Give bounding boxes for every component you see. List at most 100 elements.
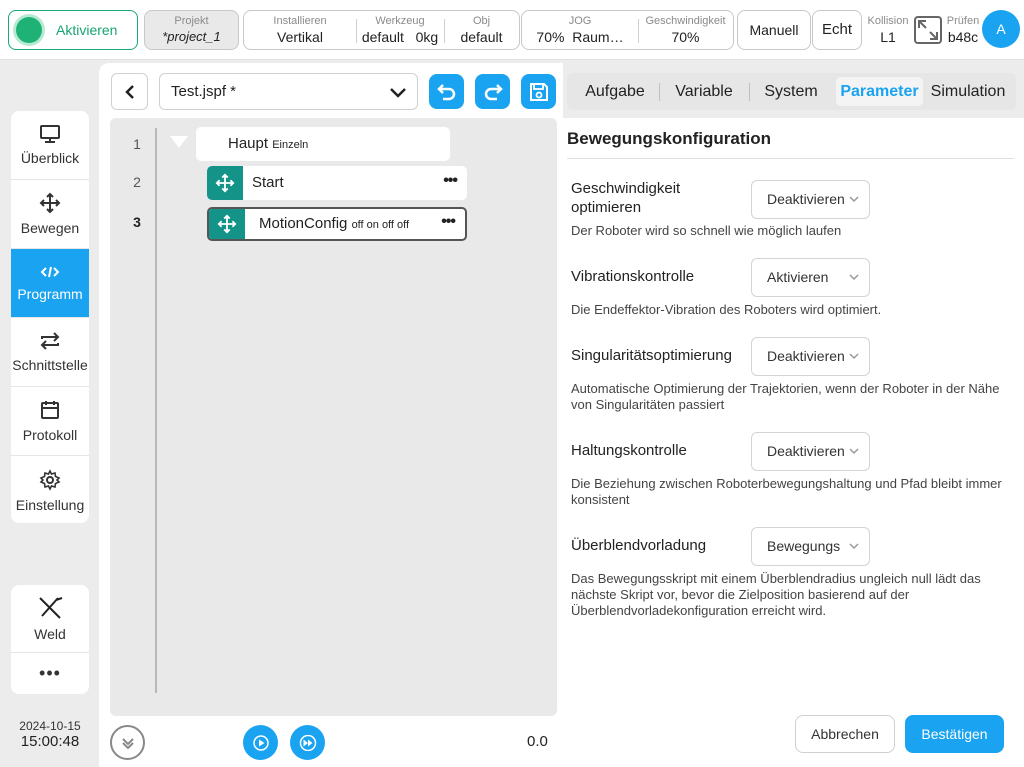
param-label: Singularitätsoptimierung	[571, 347, 732, 364]
param-label: Geschwindigkeit optimieren	[571, 180, 681, 216]
node-label: Start	[252, 174, 284, 191]
run-time-readout: 0.0	[527, 733, 548, 750]
node-sub: Einzeln	[272, 139, 309, 151]
speed-cell[interactable]: Geschwindigkeit 70%	[638, 11, 733, 49]
step-forward-button[interactable]	[290, 725, 325, 760]
avatar[interactable]: A	[982, 10, 1020, 48]
top-bar: Aktivieren Projekt *project_1 Installier…	[0, 0, 1024, 60]
sidebar-item-overview[interactable]: Überblick	[11, 111, 89, 180]
collapse-triangle-icon[interactable]	[170, 136, 188, 148]
sidebar-item-weld[interactable]: Weld	[11, 585, 89, 653]
redo-button[interactable]	[475, 74, 510, 109]
jog-group[interactable]: JOG 70% Raum… Geschwindigkeit 70%	[521, 10, 734, 50]
install-cell[interactable]: Installieren Vertikal	[244, 11, 356, 49]
object-cell[interactable]: Obj default	[444, 11, 519, 49]
tab-simulation[interactable]: Simulation	[925, 73, 1011, 110]
singularity-optimize-select[interactable]: Deaktivieren	[751, 337, 870, 376]
collision-level[interactable]: Kollision L1	[864, 13, 912, 45]
clock-date: 2024-10-15	[19, 719, 81, 733]
tab-variable[interactable]: Variable	[659, 73, 749, 110]
node-more-button[interactable]: •••	[441, 209, 456, 237]
clock-time: 15:00:48	[20, 733, 80, 750]
scroll-down-button[interactable]	[110, 725, 145, 760]
tab-task[interactable]: Aufgabe	[571, 73, 659, 110]
more-apps-button[interactable]: •••	[11, 653, 89, 694]
jog-caption: JOG	[568, 15, 592, 27]
fast-forward-icon	[299, 734, 316, 751]
object-value: default	[460, 29, 503, 45]
gear-icon	[39, 468, 61, 491]
main-node[interactable]: Haupt Einzeln	[196, 127, 450, 161]
program-node-start[interactable]: Start •••	[207, 166, 467, 200]
sidebar-item-label: Protokoll	[22, 427, 78, 443]
undo-icon	[436, 83, 455, 100]
installation-group[interactable]: Installieren Vertikal Werkzeug default 0…	[243, 10, 520, 50]
sidebar-item-label: Überblick	[20, 150, 80, 166]
install-value: Vertikal	[277, 29, 323, 45]
line-number: 3	[133, 214, 141, 230]
sidebar-item-interface[interactable]: Schnittstelle	[11, 318, 89, 387]
activate-label: Aktivieren	[56, 22, 118, 38]
checksum-caption: Prüfen	[946, 15, 980, 27]
project-name: *project_1	[162, 29, 221, 44]
checksum[interactable]: Prüfen b48c	[944, 13, 982, 45]
chevron-left-icon	[124, 84, 134, 99]
select-value: Deaktivieren	[767, 191, 845, 207]
program-node-motionconfig[interactable]: MotionConfig off on off off •••	[207, 207, 467, 241]
cancel-button[interactable]: Abbrechen	[795, 715, 895, 753]
sidebar-item-label: Schnittstelle	[12, 357, 88, 373]
monitor-icon	[40, 125, 60, 143]
save-icon	[529, 82, 548, 101]
save-button[interactable]	[521, 74, 556, 109]
file-select[interactable]: Test.jspf *	[159, 73, 418, 110]
object-caption: Obj	[472, 15, 491, 27]
panel-title: Bewegungskonfiguration	[567, 129, 771, 148]
param-description: Der Roboter wird so schnell wie möglich …	[571, 223, 842, 238]
project-selector[interactable]: Projekt *project_1	[144, 10, 239, 50]
drag-handle[interactable]	[207, 166, 243, 200]
tree-guide-line	[155, 128, 157, 693]
tab-parameter[interactable]: Parameter	[836, 77, 923, 106]
real-mode-button[interactable]: Echt	[812, 10, 862, 50]
speed-optimize-select[interactable]: Deaktivieren	[751, 180, 870, 219]
manual-mode-button[interactable]: Manuell	[737, 10, 811, 50]
node-label: MotionConfig	[259, 215, 348, 232]
drag-handle[interactable]	[209, 209, 245, 239]
plugin-nav: Weld •••	[11, 585, 89, 694]
clock: 2024-10-15 15:00:48	[8, 719, 92, 750]
node-sub: off on off off	[351, 219, 410, 231]
file-name: Test.jspf *	[171, 83, 237, 100]
tool-cell[interactable]: Werkzeug default 0kg	[356, 11, 444, 49]
tab-system[interactable]: System	[749, 73, 833, 110]
sidebar-item-settings[interactable]: Einstellung	[11, 456, 89, 523]
divider	[567, 158, 1014, 159]
sidebar-item-move[interactable]: Bewegen	[11, 180, 89, 249]
node-label: Haupt	[228, 135, 269, 152]
undo-button[interactable]	[429, 74, 464, 109]
tab-bar: Aufgabe Variable System Parameter Simula…	[567, 73, 1016, 110]
confirm-button[interactable]: Bestätigen	[905, 715, 1004, 753]
chevron-down-icon	[849, 274, 859, 281]
chevron-down-icon	[849, 196, 859, 203]
line-number: 2	[133, 174, 141, 190]
expand-icon[interactable]	[914, 16, 942, 44]
status-dot-icon	[16, 17, 42, 43]
chevron-down-icon	[390, 88, 406, 98]
jog-cell[interactable]: JOG 70% Raum…	[522, 11, 638, 49]
back-button[interactable]	[111, 73, 148, 110]
blend-preload-select[interactable]: Bewegungs	[751, 527, 870, 566]
project-caption: Projekt	[174, 15, 209, 27]
select-value: Deaktivieren	[767, 443, 845, 459]
vibration-control-select[interactable]: Aktivieren	[751, 258, 870, 297]
checksum-value: b48c	[947, 29, 979, 45]
sidebar-item-log[interactable]: Protokoll	[11, 387, 89, 456]
chevron-down-icon	[849, 543, 859, 550]
speed-caption: Geschwindigkeit	[645, 15, 726, 27]
node-more-button[interactable]: •••	[443, 166, 458, 196]
sidebar-item-program[interactable]: Programm	[11, 249, 89, 318]
collision-caption: Kollision	[867, 15, 909, 27]
param-description: Das Bewegungsskript mit einem Überblendr…	[571, 571, 981, 618]
activate-button[interactable]: Aktivieren	[8, 10, 138, 50]
posture-control-select[interactable]: Deaktivieren	[751, 432, 870, 471]
play-button[interactable]	[243, 725, 278, 760]
